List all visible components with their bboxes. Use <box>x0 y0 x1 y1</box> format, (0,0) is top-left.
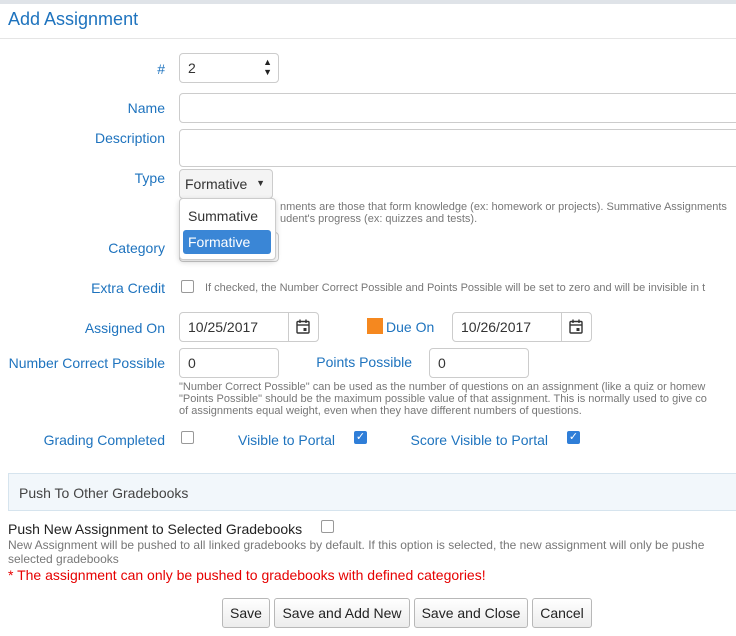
push-selected-checkbox[interactable] <box>321 520 334 533</box>
type-selected-value: Formative <box>185 176 248 192</box>
visible-to-portal-label: Visible to Portal <box>237 432 335 448</box>
check-icon: ✓ <box>355 431 366 443</box>
cancel-button[interactable]: Cancel <box>532 598 592 628</box>
description-input[interactable] <box>179 129 736 167</box>
type-option-formative[interactable]: Formative <box>183 230 271 254</box>
save-and-add-new-button[interactable]: Save and Add New <box>274 598 410 628</box>
score-visible-to-portal-checkbox[interactable]: ✓ <box>567 431 580 444</box>
extra-credit-label: Extra Credit <box>91 280 165 296</box>
calendar-icon[interactable] <box>561 313 591 341</box>
title-divider <box>0 38 736 39</box>
grading-completed-label: Grading Completed <box>43 432 165 448</box>
type-hint-line2: udent's progress (ex: quizzes and tests)… <box>280 213 478 225</box>
extra-credit-hint: If checked, the Number Correct Possible … <box>205 282 706 294</box>
dialog-title: Add Assignment <box>8 9 139 29</box>
extra-credit-checkbox[interactable] <box>181 280 194 293</box>
points-possible-input[interactable]: 0 <box>429 348 529 378</box>
background-strip <box>0 0 736 4</box>
grading-completed-checkbox[interactable] <box>181 431 194 444</box>
number-correct-possible-label: Number Correct Possible <box>8 355 165 371</box>
stepper-arrows[interactable]: ▲ ▼ <box>263 57 272 77</box>
category-label: Category <box>108 240 165 256</box>
due-on-label: Due On <box>386 319 435 335</box>
save-button[interactable]: Save <box>222 598 270 628</box>
save-and-close-button[interactable]: Save and Close <box>414 598 528 628</box>
points-possible-label: Points Possible <box>316 354 412 370</box>
due-on-marker <box>367 318 383 334</box>
push-panel-header: Push To Other Gradebooks <box>8 473 736 511</box>
name-input[interactable] <box>179 93 736 123</box>
push-hint-line1: New Assignment will be pushed to all lin… <box>8 539 705 552</box>
points-possible-value: 0 <box>438 355 446 371</box>
type-option-summative[interactable]: Summative <box>183 204 271 228</box>
type-dropdown-menu: Summative Formative <box>179 198 276 260</box>
number-label: # <box>157 61 165 77</box>
due-on-input[interactable]: 10/26/2017 <box>452 312 592 342</box>
push-selected-label: Push New Assignment to Selected Gradeboo… <box>8 521 303 537</box>
type-label: Type <box>134 170 165 186</box>
assigned-on-label: Assigned On <box>84 320 165 336</box>
number-correct-possible-value: 0 <box>188 355 196 371</box>
assigned-on-input[interactable]: 10/25/2017 <box>179 312 319 342</box>
visible-to-portal-checkbox[interactable]: ✓ <box>354 431 367 444</box>
name-label: Name <box>127 100 165 116</box>
assigned-on-value: 10/25/2017 <box>188 319 259 335</box>
number-value: 2 <box>188 60 196 76</box>
number-stepper[interactable]: 2 ▲ ▼ <box>179 53 279 83</box>
description-label: Description <box>94 130 165 146</box>
points-hint-line3: of assignments equal weight, even when t… <box>179 405 582 417</box>
increment-icon[interactable]: ▲ <box>263 57 272 67</box>
type-select[interactable]: Formative ▼ <box>179 169 273 199</box>
check-icon: ✓ <box>568 431 579 443</box>
due-on-value: 10/26/2017 <box>461 319 532 335</box>
calendar-icon[interactable] <box>288 313 318 341</box>
push-hint-line2: selected gradebooks <box>8 552 119 566</box>
push-panel-title: Push To Other Gradebooks <box>19 485 189 501</box>
decrement-icon[interactable]: ▼ <box>263 67 272 77</box>
number-correct-possible-input[interactable]: 0 <box>179 348 279 378</box>
caret-down-icon: ▼ <box>256 178 265 188</box>
push-warning: * The assignment can only be pushed to g… <box>8 567 486 583</box>
score-visible-to-portal-label: Score Visible to Portal <box>410 432 548 448</box>
